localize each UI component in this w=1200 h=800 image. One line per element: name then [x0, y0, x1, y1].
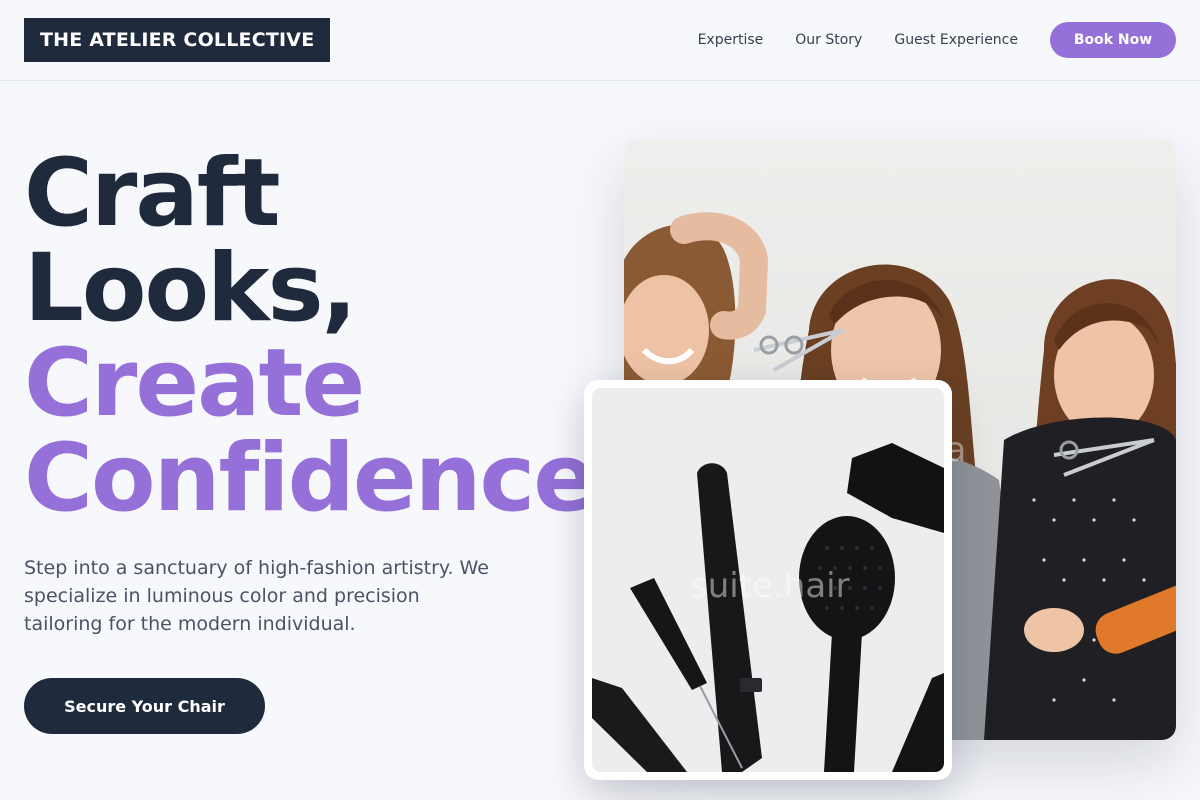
tools-photo: suite.hair: [592, 388, 944, 772]
site-header: THE ATELIER COLLECTIVE Expertise Our Sto…: [0, 0, 1200, 81]
nav-link-guest-experience[interactable]: Guest Experience: [894, 32, 1018, 48]
headline-line-2: Looks,: [24, 234, 357, 343]
headline-line-3: Create: [24, 329, 365, 438]
main-nav: Expertise Our Story Guest Experience Boo…: [698, 0, 1176, 80]
headline-line-4: Confidence.: [24, 424, 631, 533]
nav-link-our-story[interactable]: Our Story: [795, 32, 862, 48]
tools-photo-frame: suite.hair: [584, 380, 952, 780]
headline-line-1: Craft: [24, 139, 281, 248]
book-now-button[interactable]: Book Now: [1050, 22, 1176, 58]
hero-headline: Craft Looks, Create Confidence.: [24, 139, 631, 533]
tools-photo-watermark: suite.hair: [690, 566, 850, 606]
brand-logo[interactable]: THE ATELIER COLLECTIVE: [24, 18, 331, 62]
nav-link-expertise[interactable]: Expertise: [698, 32, 764, 48]
secure-your-chair-button[interactable]: Secure Your Chair: [24, 678, 265, 734]
hero-lead-text: Step into a sanctuary of high-fashion ar…: [24, 557, 489, 635]
